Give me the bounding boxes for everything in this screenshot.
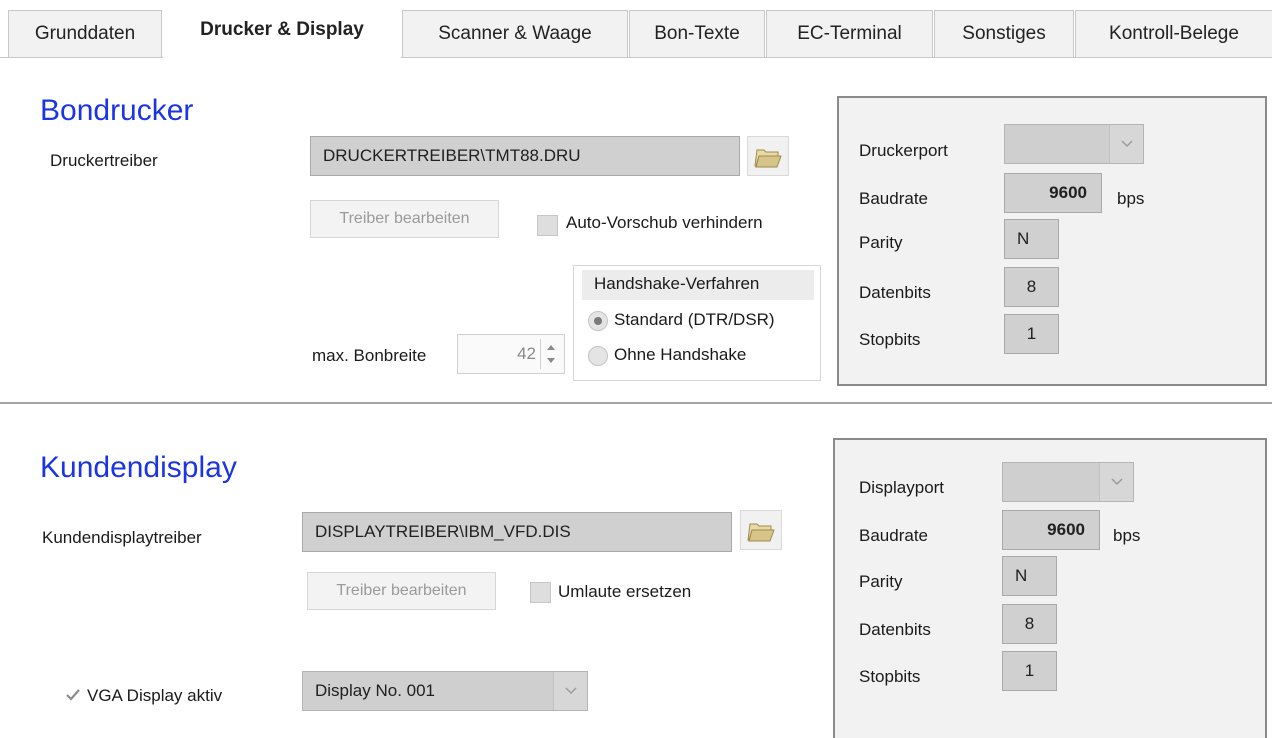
handshake-title: Handshake-Verfahren — [582, 270, 814, 300]
max-bonbreite-label: max. Bonbreite — [312, 346, 427, 365]
tab-grunddaten[interactable]: Grunddaten — [8, 10, 162, 57]
baudrate-label: Baudrate — [859, 189, 928, 208]
kundendisplay-title: Kundendisplay — [40, 451, 237, 484]
display-baudrate-label: Baudrate — [859, 526, 928, 545]
druckertreiber-browse-button[interactable] — [747, 136, 789, 176]
tab-ec-terminal[interactable]: EC-Terminal — [766, 10, 933, 57]
handshake-standard-radio[interactable] — [588, 311, 608, 331]
auto-vorschub-checkbox[interactable] — [537, 215, 558, 236]
parity-field[interactable]: N — [1004, 219, 1059, 259]
display-parity-label: Parity — [859, 572, 903, 591]
druckertreiber-field[interactable]: DRUCKERTREIBER\TMT88.DRU — [310, 136, 740, 176]
tab-sonstiges[interactable]: Sonstiges — [934, 10, 1074, 57]
chevron-down-icon[interactable] — [553, 672, 587, 710]
vga-display-select-value: Display No. 001 — [315, 681, 436, 700]
vga-display-select[interactable]: Display No. 001 — [302, 671, 588, 711]
display-datenbits-label: Datenbits — [859, 620, 931, 639]
tab-scanner-waage[interactable]: Scanner & Waage — [402, 10, 628, 57]
folder-open-icon — [754, 149, 782, 168]
baudrate-unit: bps — [1117, 189, 1145, 208]
display-treiber-bearbeiten-button[interactable]: Treiber bearbeiten — [307, 572, 496, 610]
display-parity-field[interactable]: N — [1002, 556, 1057, 596]
treiber-bearbeiten-button[interactable]: Treiber bearbeiten — [310, 200, 499, 238]
displayport-label: Displayport — [859, 478, 945, 497]
max-bonbreite-value: 42 — [517, 344, 536, 363]
tab-drucker-display[interactable]: Drucker & Display — [163, 2, 401, 58]
tab-bar: Grunddaten Drucker & Display Scanner & W… — [0, 0, 1272, 60]
vga-display-label: VGA Display aktiv — [87, 686, 223, 705]
datenbits-field[interactable]: 8 — [1004, 267, 1059, 307]
chevron-down-icon[interactable] — [1099, 463, 1133, 501]
vga-display-checkbox[interactable] — [64, 686, 82, 704]
tab-kontroll-belege[interactable]: Kontroll-Belege — [1075, 10, 1272, 57]
display-baudrate-field[interactable]: 9600 — [1002, 510, 1100, 550]
datenbits-label: Datenbits — [859, 283, 931, 302]
parity-label: Parity — [859, 233, 903, 252]
bondrucker-title: Bondrucker — [40, 94, 194, 127]
baudrate-field[interactable]: 9600 — [1004, 173, 1102, 213]
kundendisplaytreiber-label: Kundendisplaytreiber — [42, 528, 202, 547]
stopbits-field[interactable]: 1 — [1004, 314, 1059, 354]
tab-bon-texte[interactable]: Bon-Texte — [629, 10, 765, 57]
display-stopbits-label: Stopbits — [859, 667, 921, 686]
auto-vorschub-label: Auto-Vorschub verhindern — [566, 213, 763, 232]
display-baudrate-unit: bps — [1113, 526, 1141, 545]
display-stopbits-field[interactable]: 1 — [1002, 651, 1057, 691]
displayport-select[interactable] — [1002, 462, 1134, 502]
display-datenbits-field[interactable]: 8 — [1002, 604, 1057, 644]
checkmark-icon — [66, 689, 80, 701]
kundendisplaytreiber-field[interactable]: DISPLAYTREIBER\IBM_VFD.DIS — [302, 512, 732, 552]
section-divider — [0, 402, 1272, 404]
chevron-down-icon[interactable] — [1109, 125, 1143, 163]
handshake-none-label: Ohne Handshake — [614, 345, 747, 364]
spinner-arrows-icon[interactable] — [540, 339, 561, 369]
umlaute-ersetzen-checkbox[interactable] — [530, 582, 551, 603]
handshake-none-radio[interactable] — [588, 346, 608, 366]
druckertreiber-label: Druckertreiber — [50, 151, 158, 170]
displaytreiber-browse-button[interactable] — [740, 510, 782, 550]
stopbits-label: Stopbits — [859, 330, 921, 349]
druckerport-select[interactable] — [1004, 124, 1144, 164]
folder-open-icon — [747, 523, 775, 542]
handshake-standard-label: Standard (DTR/DSR) — [614, 310, 775, 329]
druckerport-label: Druckerport — [859, 141, 948, 160]
umlaute-ersetzen-label: Umlaute ersetzen — [558, 582, 692, 601]
max-bonbreite-spinner[interactable]: 42 — [457, 334, 565, 374]
